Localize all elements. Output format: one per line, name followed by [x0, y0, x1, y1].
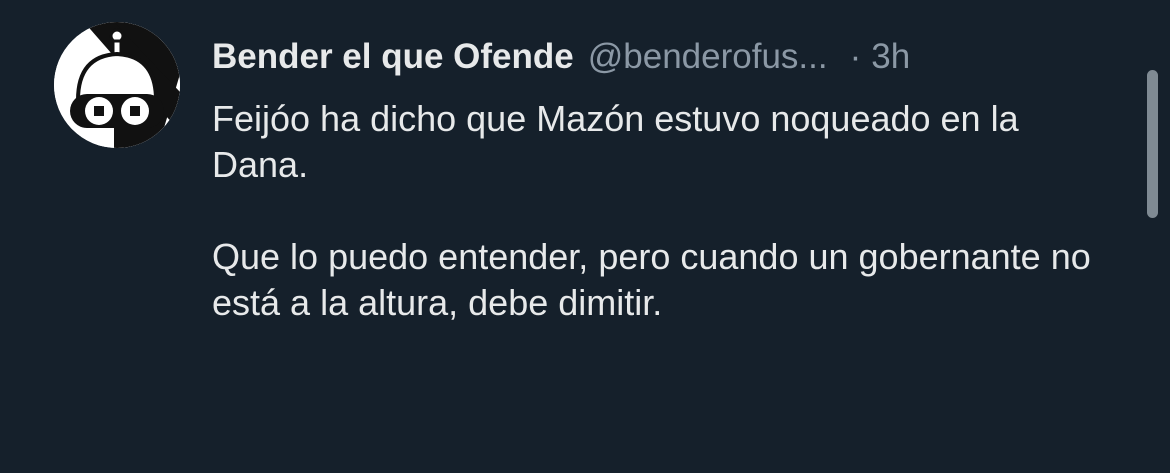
tweet-paragraph: Que lo puedo entender, pero cuando un go… [212, 236, 1091, 323]
separator-dot: · [849, 37, 862, 76]
scrollbar-thumb[interactable] [1147, 70, 1158, 218]
tweet-paragraph: Feijóo ha dicho que Mazón estuvo noquead… [212, 98, 1019, 185]
bender-robot-icon [54, 22, 180, 148]
avatar[interactable] [54, 22, 180, 148]
tweet-text: Feijóo ha dicho que Mazón estuvo noquead… [212, 96, 1112, 326]
tweet-header: Bender el que Ofende @benderofus... · 3h [212, 34, 910, 80]
author-display-name[interactable]: Bender el que Ofende [212, 34, 574, 80]
author-handle[interactable]: @benderofus... [588, 34, 828, 80]
tweet-timestamp[interactable]: 3h [871, 34, 910, 80]
tweet[interactable]: Bender el que Ofende @benderofus... · 3h… [0, 0, 1170, 473]
